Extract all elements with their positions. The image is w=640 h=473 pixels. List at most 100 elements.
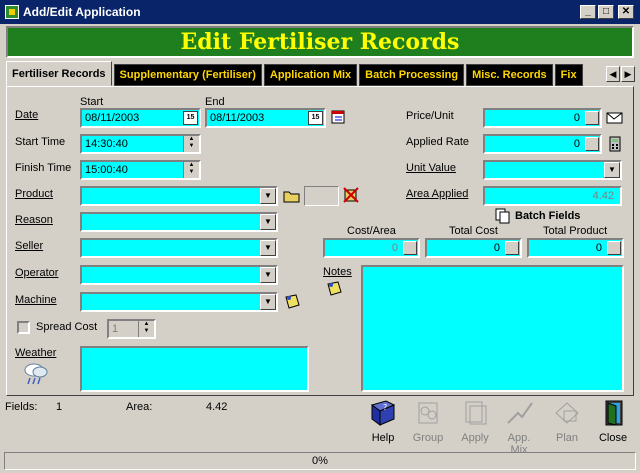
start-time-field[interactable]: 14:30:40 ▲ ▼ [80, 134, 201, 154]
help-book-icon: ? [368, 398, 398, 428]
apply-label: Apply [461, 432, 489, 444]
spread-cost-checkbox[interactable] [17, 321, 30, 334]
price-unit-label: Price/Unit [406, 110, 454, 122]
tab-batch-processing[interactable]: Batch Processing [359, 64, 465, 86]
calendar-icon[interactable]: 15 [308, 111, 323, 125]
total-cost-label: Total Cost [449, 225, 498, 237]
seller-label: Seller [15, 240, 44, 252]
spread-cost-value: 1 [112, 323, 119, 335]
weather-icon[interactable] [22, 361, 50, 387]
cost-area-button[interactable] [403, 241, 417, 255]
start-time-value: 14:30:40 [85, 138, 128, 150]
end-label: End [205, 96, 225, 108]
envelope-icon[interactable] [606, 110, 624, 126]
spread-cost-field[interactable]: 1 ▲ ▼ [107, 319, 156, 339]
plan-label: Plan [555, 432, 579, 444]
clear-product-icon[interactable] [343, 187, 359, 203]
minimize-button[interactable]: _ [580, 5, 596, 19]
tab-misc-records[interactable]: Misc. Records [466, 64, 553, 86]
product-color-swatch [304, 186, 339, 206]
apply-button[interactable]: Apply [456, 398, 494, 448]
help-label: Help [371, 432, 395, 444]
group-label: Group [412, 432, 444, 444]
svg-text:?: ? [383, 403, 387, 412]
chevron-down-icon[interactable]: ▼ [260, 214, 276, 230]
app-mix-icon [504, 398, 534, 428]
spread-cost-spinner[interactable]: ▲ ▼ [138, 321, 154, 337]
applied-rate-field[interactable]: 0 [483, 134, 602, 154]
unit-value-select[interactable]: ▼ [483, 160, 622, 180]
area-label: Area: [126, 401, 153, 413]
plan-button[interactable]: Plan [548, 398, 586, 448]
start-time-spinner[interactable]: ▲ ▼ [183, 136, 199, 152]
cost-area-label: Cost/Area [347, 225, 396, 237]
app-mix-button[interactable]: App. Mix [500, 398, 538, 456]
end-date-value: 08/11/2003 [210, 112, 265, 124]
tab-supplementary[interactable]: Supplementary (Fertiliser) [113, 64, 262, 86]
total-product-button[interactable] [607, 241, 621, 255]
product-label: Product [15, 188, 53, 200]
close-window-button[interactable]: ✕ [618, 5, 634, 19]
date-copy-icon[interactable] [331, 109, 347, 125]
machine-label: Machine [15, 294, 57, 306]
tab-fertiliser-records[interactable]: Fertiliser Records [6, 61, 112, 86]
window-title: Add/Edit Application [23, 5, 141, 19]
start-date-value: 08/11/2003 [85, 112, 140, 124]
start-date-field[interactable]: 08/11/2003 15 [80, 108, 201, 128]
area-applied-field[interactable]: 4.42 [483, 186, 622, 206]
help-button[interactable]: ? Help [364, 398, 402, 448]
calculator-icon[interactable] [608, 135, 622, 153]
finish-time-spinner[interactable]: ▲ ▼ [183, 162, 199, 178]
tab-scroll-right[interactable]: ▶ [621, 66, 635, 82]
start-label: Start [80, 96, 104, 108]
tab-scroll-left[interactable]: ◀ [606, 66, 620, 82]
group-button[interactable]: Group [409, 398, 447, 448]
machine-select[interactable]: ▼ [80, 292, 278, 312]
date-label: Date [15, 109, 39, 121]
finish-time-field[interactable]: 15:00:40 ▲ ▼ [80, 160, 201, 180]
chevron-down-icon[interactable]: ▼ [260, 294, 276, 310]
start-time-label: Start Time [15, 136, 66, 148]
notes-field[interactable] [361, 265, 624, 392]
price-unit-field[interactable]: 0 [483, 108, 602, 128]
notes-icon[interactable] [325, 280, 343, 298]
tab-strip: Fertiliser Records Supplementary (Fertil… [6, 61, 606, 86]
operator-select[interactable]: ▼ [80, 265, 278, 285]
price-unit-button[interactable] [585, 111, 599, 125]
tab-fix[interactable]: Fix [554, 64, 583, 86]
cost-area-field[interactable]: 0 [323, 238, 420, 258]
notes-label: Notes [323, 266, 352, 278]
product-select[interactable]: ▼ [80, 186, 278, 206]
spread-cost-label: Spread Cost [36, 321, 98, 333]
open-folder-icon[interactable] [283, 187, 301, 205]
chevron-down-icon[interactable]: ▼ [260, 188, 276, 204]
end-date-field[interactable]: 08/11/2003 15 [205, 108, 326, 128]
finish-time-value: 15:00:40 [85, 164, 128, 176]
total-product-value: 0 [595, 242, 602, 254]
chevron-down-icon[interactable]: ▼ [260, 240, 276, 256]
machine-note-icon[interactable] [283, 293, 301, 311]
total-cost-field[interactable]: 0 [425, 238, 522, 258]
fields-count-label: Fields: [5, 401, 38, 413]
chevron-down-icon[interactable]: ▼ [604, 162, 620, 178]
calendar-icon[interactable]: 15 [183, 111, 198, 125]
close-button[interactable]: Close [594, 398, 632, 448]
seller-select[interactable]: ▼ [80, 238, 278, 258]
total-cost-button[interactable] [505, 241, 519, 255]
chevron-down-icon[interactable]: ▼ [260, 267, 276, 283]
applied-rate-button[interactable] [585, 137, 599, 151]
total-product-label: Total Product [543, 225, 608, 237]
tab-application-mix[interactable]: Application Mix [263, 64, 358, 86]
app-icon [5, 5, 19, 19]
finish-time-label: Finish Time [15, 162, 72, 174]
weather-field[interactable] [80, 346, 309, 392]
total-product-field[interactable]: 0 [527, 238, 624, 258]
cost-area-value: 0 [391, 242, 398, 254]
fields-count-value: 1 [56, 401, 63, 413]
batch-fields-label[interactable]: Batch Fields [515, 210, 580, 222]
reason-label: Reason [15, 214, 53, 226]
total-cost-value: 0 [493, 242, 500, 254]
reason-select[interactable]: ▼ [80, 212, 278, 232]
batch-fields-icon[interactable] [495, 208, 511, 224]
maximize-button[interactable]: □ [598, 5, 614, 19]
